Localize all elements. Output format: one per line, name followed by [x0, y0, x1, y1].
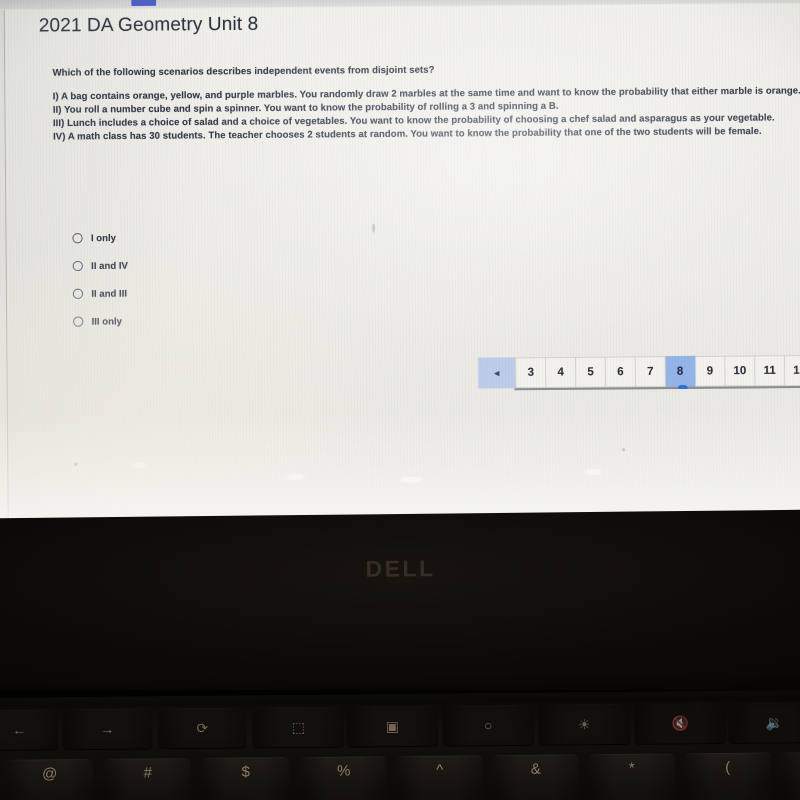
pagination-page-8-current[interactable]: 8	[665, 355, 696, 388]
answer-choice-label: II and III	[91, 287, 128, 299]
key-3-hash[interactable]: #	[104, 758, 192, 800]
back-key[interactable]: ←	[0, 709, 59, 751]
key-6-caret-icon: ^	[436, 761, 444, 779]
brightness-up-key[interactable]: ☀	[538, 703, 631, 745]
key-9-paren-open[interactable]: (	[684, 752, 772, 800]
radio-button-icon[interactable]	[72, 260, 83, 271]
back-icon: ←	[12, 721, 27, 738]
mute-key[interactable]: 🔇	[634, 702, 727, 744]
browser-tab-indicator[interactable]	[131, 0, 157, 7]
laptop-bezel: DELL Inspiron	[0, 509, 800, 716]
volume-down-icon: 🔉	[765, 714, 784, 731]
laptop-keyboard: ← → ⟳ ⬚ ▣ ○ ☀ 🔇 🔉 @ # $% ^ & * ()	[0, 689, 800, 800]
brightness-up-icon: ☀	[577, 716, 591, 733]
browser-toolbar-fragment	[223, 0, 272, 4]
pagination-page-10[interactable]: 10	[725, 355, 756, 387]
key-8-asterisk-icon: *	[628, 759, 635, 777]
key-9-paren-open-icon: (	[725, 758, 731, 776]
pagination-page-4[interactable]: 4	[546, 356, 577, 388]
key-5-percent[interactable]: %	[300, 756, 388, 800]
photo-stage: 2021 DA Geometry Unit 8 Which of the fol…	[0, 0, 800, 800]
key-6-caret[interactable]: ^	[396, 755, 484, 800]
answer-choice-label: III only	[91, 315, 122, 327]
answer-choice-1[interactable]: I only	[72, 221, 381, 251]
keyboard-function-row: ← → ⟳ ⬚ ▣ ○ ☀ 🔇 🔉	[0, 702, 800, 756]
keyboard-number-row: @ # $% ^ & * ()	[0, 751, 800, 800]
forward-icon: →	[100, 720, 115, 737]
key-3-hash-icon: #	[143, 764, 152, 782]
overview-windows-icon: ▣	[385, 718, 399, 735]
key-7-ampersand[interactable]: &	[492, 754, 580, 800]
answer-choice-3[interactable]: II and III	[72, 277, 382, 307]
key-2-at-icon: @	[42, 765, 58, 783]
pagination-page-9[interactable]: 9	[695, 355, 726, 387]
answer-choice-label: I only	[90, 232, 116, 243]
pagination: ◂ 3 4 5 6 7 8 9 10 11 12	[478, 354, 800, 389]
reload-key[interactable]: ⟳	[158, 707, 247, 749]
laptop-screen: 2021 DA Geometry Unit 8 Which of the fol…	[0, 0, 800, 539]
pagination-page-3[interactable]: 3	[515, 357, 547, 389]
key-4-dollar-icon: $	[241, 763, 250, 781]
key-7-ampersand-icon: &	[530, 760, 541, 778]
key-8-asterisk[interactable]: *	[588, 753, 676, 800]
pagination-page-12[interactable]: 12	[785, 354, 800, 387]
pagination-prev-button[interactable]: ◂	[478, 357, 516, 389]
brightness-down-key[interactable]: ○	[442, 704, 535, 746]
radio-button-icon[interactable]	[73, 315, 84, 327]
key-0-paren-close[interactable]: )	[780, 751, 800, 800]
key-5-percent-icon: %	[336, 762, 351, 780]
forward-key[interactable]: →	[62, 708, 153, 750]
key-2-at[interactable]: @	[6, 758, 94, 800]
web-page: 2021 DA Geometry Unit 8 Which of the fol…	[3, 3, 800, 526]
radio-button-icon[interactable]	[72, 232, 83, 243]
page-title: 2021 DA Geometry Unit 8	[38, 12, 259, 36]
mute-icon: 🔇	[671, 715, 690, 732]
reload-icon: ⟳	[196, 719, 209, 736]
fullscreen-key[interactable]: ⬚	[252, 706, 345, 748]
fullscreen-icon: ⬚	[291, 718, 305, 736]
brightness-down-icon: ○	[483, 717, 493, 734]
pagination-page-6[interactable]: 6	[605, 356, 636, 388]
key-4-dollar[interactable]: $	[202, 757, 290, 800]
volume-down-key[interactable]: 🔉	[728, 702, 800, 743]
answer-choice-list: I only II and IV II and III III only	[72, 221, 382, 335]
answer-choice-4[interactable]: III only	[73, 305, 382, 335]
answer-choice-label: II and IV	[91, 259, 128, 271]
pagination-page-7[interactable]: 7	[635, 356, 666, 388]
pagination-page-5[interactable]: 5	[575, 356, 607, 388]
overview-windows-key[interactable]: ▣	[346, 705, 439, 747]
question-block: Which of the following scenarios describ…	[53, 61, 800, 144]
pagination-current-marker	[678, 384, 688, 390]
pagination-page-11[interactable]: 11	[755, 355, 786, 387]
question-stem: Which of the following scenarios describ…	[52, 64, 435, 78]
answer-choice-2[interactable]: II and IV	[72, 249, 382, 279]
radio-button-icon[interactable]	[72, 288, 84, 299]
